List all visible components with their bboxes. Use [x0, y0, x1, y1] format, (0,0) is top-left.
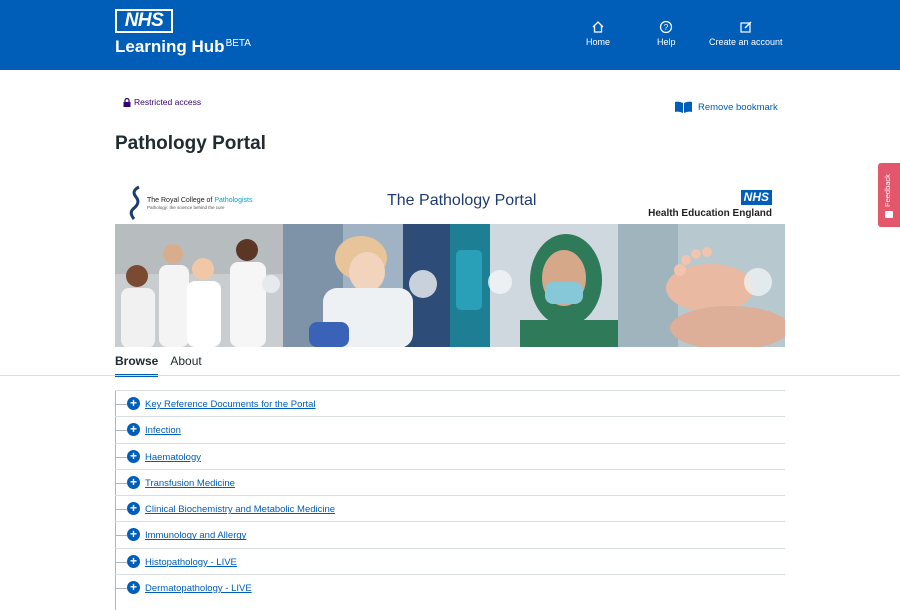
tree-item-link[interactable]: Dermatopathology - LIVE [145, 583, 252, 594]
tree-item-link[interactable]: Transfusion Medicine [145, 478, 235, 489]
browse-tree: + Key Reference Documents for the Portal … [115, 390, 785, 610]
nav-home[interactable]: Home [586, 20, 610, 47]
rcp-tagline: Pathology: the science behind the cure [147, 205, 225, 210]
tree-item: + Transfusion Medicine [115, 468, 785, 495]
restricted-access: Restricted access [123, 97, 201, 107]
site-header: NHS Learning HubBETA Home ? Help Create … [0, 0, 900, 70]
rcp-name-b: Pathologists [214, 197, 253, 204]
hee-logo: NHS Health Education England [648, 188, 772, 219]
lock-icon [123, 97, 131, 107]
expand-icon[interactable]: + [127, 581, 140, 595]
tree-item-link[interactable]: Haematology [145, 452, 201, 463]
help-icon: ? [660, 20, 673, 34]
expand-icon[interactable]: + [127, 502, 140, 516]
tree-item: + Clinical Biochemistry and Metabolic Med… [115, 495, 785, 521]
nav-help[interactable]: ? Help [657, 20, 676, 47]
nav-help-label: Help [657, 37, 676, 47]
feedback-tab[interactable]: Feedback [878, 163, 900, 227]
photo-team [115, 224, 283, 347]
tab-browse[interactable]: Browse [115, 354, 159, 377]
tabs-divider [0, 375, 900, 376]
nav-create-account[interactable]: Create an account [709, 20, 783, 47]
svg-text:?: ? [664, 23, 669, 32]
expand-icon[interactable]: + [127, 423, 140, 437]
tree-item-link[interactable]: Clinical Biochemistry and Metabolic Medi… [145, 504, 335, 515]
tree-item: + Immunology and Allergy [115, 521, 785, 547]
photo-lab-scientist [282, 224, 450, 347]
book-icon [675, 101, 692, 113]
page-title: Pathology Portal [115, 133, 266, 154]
expand-icon[interactable]: + [127, 554, 140, 568]
hee-nhs-logo: NHS [740, 190, 772, 205]
banner-photos [115, 224, 785, 347]
edit-icon [740, 21, 752, 33]
expand-icon[interactable]: + [127, 397, 140, 410]
hee-name: Health Education England [648, 208, 772, 219]
tree-item: + Key Reference Documents for the Portal [115, 390, 785, 416]
tree-item-link[interactable]: Infection [145, 425, 181, 436]
rcp-emblem-icon [129, 185, 140, 220]
tree-item: + Histopathology - LIVE [115, 547, 785, 574]
photo-masked-doctor [450, 224, 618, 347]
rcp-logo: The Royal College of Pathologists Pathol… [129, 185, 252, 221]
home-icon [592, 21, 604, 33]
portal-tabs: Browse About [115, 354, 202, 377]
app-name[interactable]: Learning HubBETA [115, 37, 251, 57]
nav-create-account-label: Create an account [709, 37, 783, 47]
tree-item-link[interactable]: Histopathology - LIVE [145, 557, 237, 568]
tree-item-link[interactable]: Key Reference Documents for the Portal [145, 399, 316, 410]
remove-bookmark-button[interactable]: Remove bookmark [674, 101, 778, 113]
banner-header: The Royal College of Pathologists Pathol… [115, 180, 785, 224]
expand-icon[interactable]: + [127, 528, 140, 542]
tree-item-link[interactable]: Immunology and Allergy [145, 530, 246, 541]
rcp-name-a: The Royal College of [147, 197, 213, 204]
feedback-label: Feedback [883, 174, 892, 207]
tab-about[interactable]: About [170, 354, 201, 377]
restricted-label: Restricted access [134, 97, 202, 107]
nhs-logo[interactable]: NHS [115, 9, 173, 33]
portal-banner: The Royal College of Pathologists Pathol… [115, 180, 785, 347]
app-name-text: Learning Hub [115, 37, 225, 56]
tree-item: + Infection [115, 416, 785, 442]
expand-icon[interactable]: + [127, 449, 140, 463]
photo-baby-foot [617, 224, 785, 347]
expand-icon[interactable]: + [127, 475, 140, 489]
nav-home-label: Home [586, 37, 611, 47]
rcp-name: The Royal College of Pathologists [147, 196, 252, 205]
beta-badge: BETA [225, 38, 251, 49]
tree-item: + Dermatopathology - LIVE [115, 574, 785, 600]
portal-banner-title: The Pathology Portal [387, 192, 537, 209]
feedback-icon [885, 211, 893, 218]
bookmark-label: Remove bookmark [698, 101, 778, 113]
tree-item: + Haematology [115, 442, 785, 469]
